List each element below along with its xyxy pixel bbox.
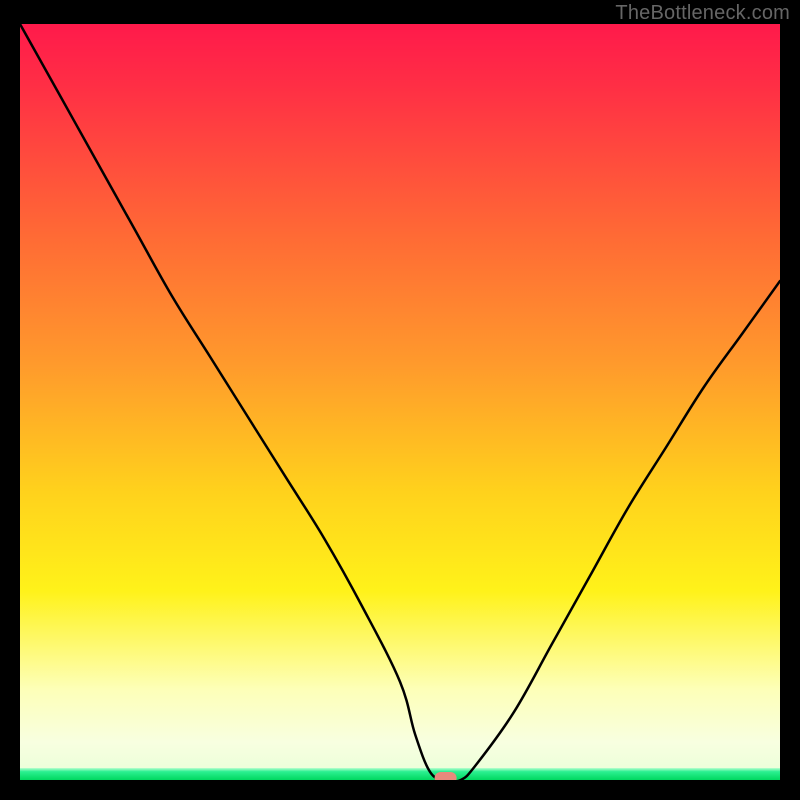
plot-area [20,24,780,780]
heat-background [20,24,780,780]
chart-frame: TheBottleneck.com [0,0,800,800]
watermark-text: TheBottleneck.com [615,2,790,25]
optimum-marker [435,772,457,780]
green-baseline-strip [20,768,780,780]
